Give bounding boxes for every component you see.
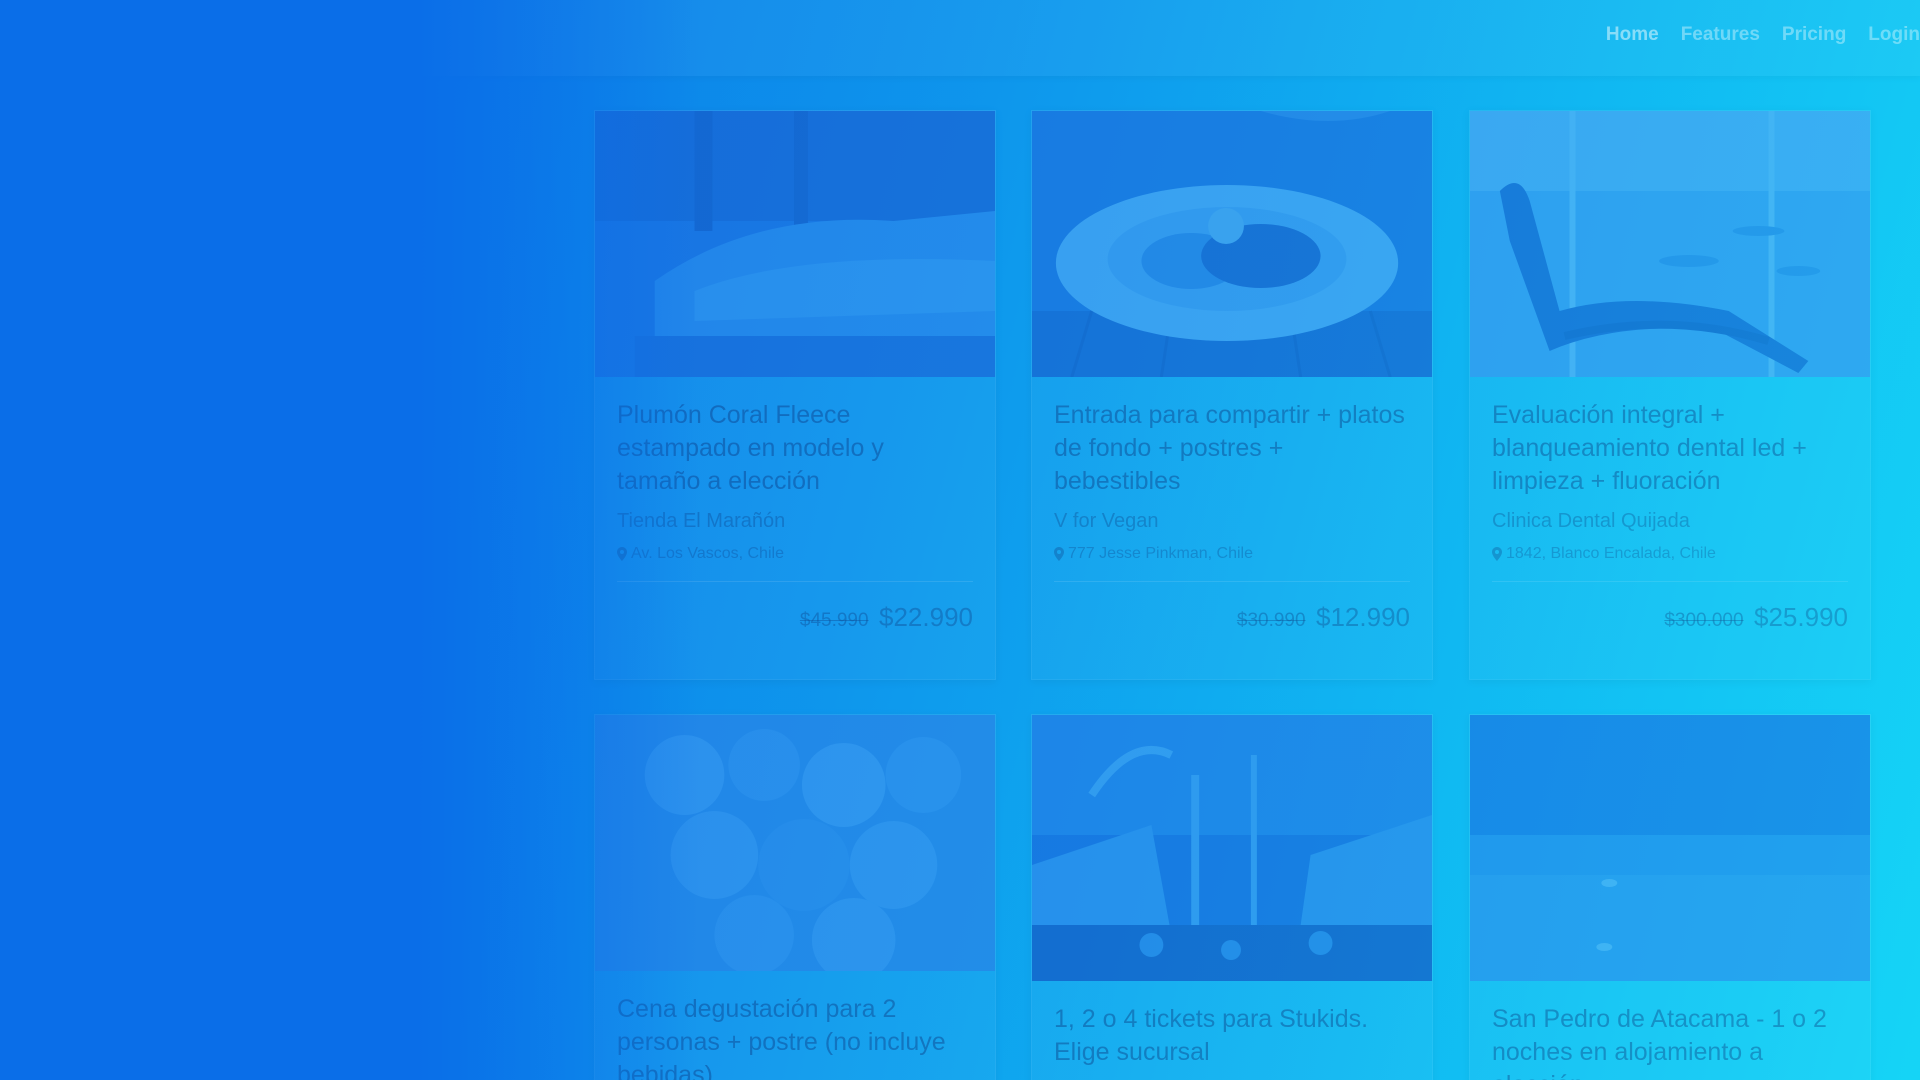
map-pin-icon [617, 547, 627, 561]
deal-price: $30.990 $12.990 [1032, 582, 1432, 633]
top-navbar: Home Features Pricing Login [0, 0, 1920, 76]
deal-address: 1842, Blanco Encalada, Chile [1492, 545, 1848, 563]
deal-card[interactable]: Entrada para compartir + platos de fondo… [1031, 110, 1433, 680]
deal-image-desert-lake[interactable] [1470, 715, 1870, 981]
deal-new-price: $12.990 [1316, 602, 1410, 632]
nav-pricing-link[interactable]: Pricing [1782, 24, 1846, 46]
deal-address: Av. Los Vascos, Chile [617, 545, 973, 563]
deal-title[interactable]: Entrada para compartir + platos de fondo… [1054, 399, 1410, 498]
deal-card[interactable]: Evaluación integral + blanqueamiento den… [1469, 110, 1871, 680]
deal-address-text: Av. Los Vascos, Chile [631, 545, 784, 562]
deal-card[interactable]: San Pedro de Atacama - 1 o 2 noches en a… [1469, 714, 1871, 1080]
deal-address: 777 Jesse Pinkman, Chile [1054, 545, 1410, 563]
deal-image-food[interactable] [1032, 111, 1432, 377]
deal-card[interactable]: Plumón Coral Fleece estampado en modelo … [594, 110, 996, 680]
deal-image-bedding[interactable] [595, 111, 995, 377]
deal-title[interactable]: 1, 2 o 4 tickets para Stukids. Elige suc… [1054, 1003, 1410, 1069]
deal-old-price: $45.990 [799, 610, 869, 631]
deal-old-price: $300.000 [1664, 610, 1744, 631]
nav-links: Home Features Pricing Login [1606, 24, 1920, 46]
deal-address-text: 1842, Blanco Encalada, Chile [1506, 545, 1716, 562]
nav-login-link[interactable]: Login [1868, 24, 1920, 46]
nav-features-link[interactable]: Features [1681, 24, 1760, 46]
deal-title[interactable]: Cena degustación para 2 personas + postr… [617, 993, 973, 1080]
deal-merchant: V for Vegan [1054, 510, 1159, 532]
map-pin-icon [1492, 547, 1502, 561]
deal-image-playground[interactable] [1032, 715, 1432, 981]
deal-card[interactable]: Cena degustación para 2 personas + postr… [594, 714, 996, 1080]
deal-merchant: Clinica Dental Quijada [1492, 510, 1690, 532]
deal-address-text: 777 Jesse Pinkman, Chile [1068, 545, 1253, 562]
deal-new-price: $22.990 [879, 602, 973, 632]
deal-old-price: $30.990 [1236, 610, 1306, 631]
nav-home-link[interactable]: Home [1606, 24, 1659, 46]
deal-title[interactable]: Evaluación integral + blanqueamiento den… [1492, 399, 1848, 498]
page-background: Home Features Pricing Login Plumón Coral… [0, 0, 1920, 1080]
deal-price: $45.990 $22.990 [595, 582, 995, 633]
deal-new-price: $25.990 [1754, 602, 1848, 632]
deal-price: $300.000 $25.990 [1470, 582, 1870, 633]
deal-title[interactable]: Plumón Coral Fleece estampado en modelo … [617, 399, 973, 498]
deal-card[interactable]: 1, 2 o 4 tickets para Stukids. Elige suc… [1031, 714, 1433, 1080]
map-pin-icon [1054, 547, 1064, 561]
deal-image-dental[interactable] [1470, 111, 1870, 377]
deal-merchant: Tienda El Marañón [617, 510, 786, 532]
deal-title[interactable]: San Pedro de Atacama - 1 o 2 noches en a… [1492, 1003, 1848, 1080]
deal-image-seafood[interactable] [595, 715, 995, 971]
